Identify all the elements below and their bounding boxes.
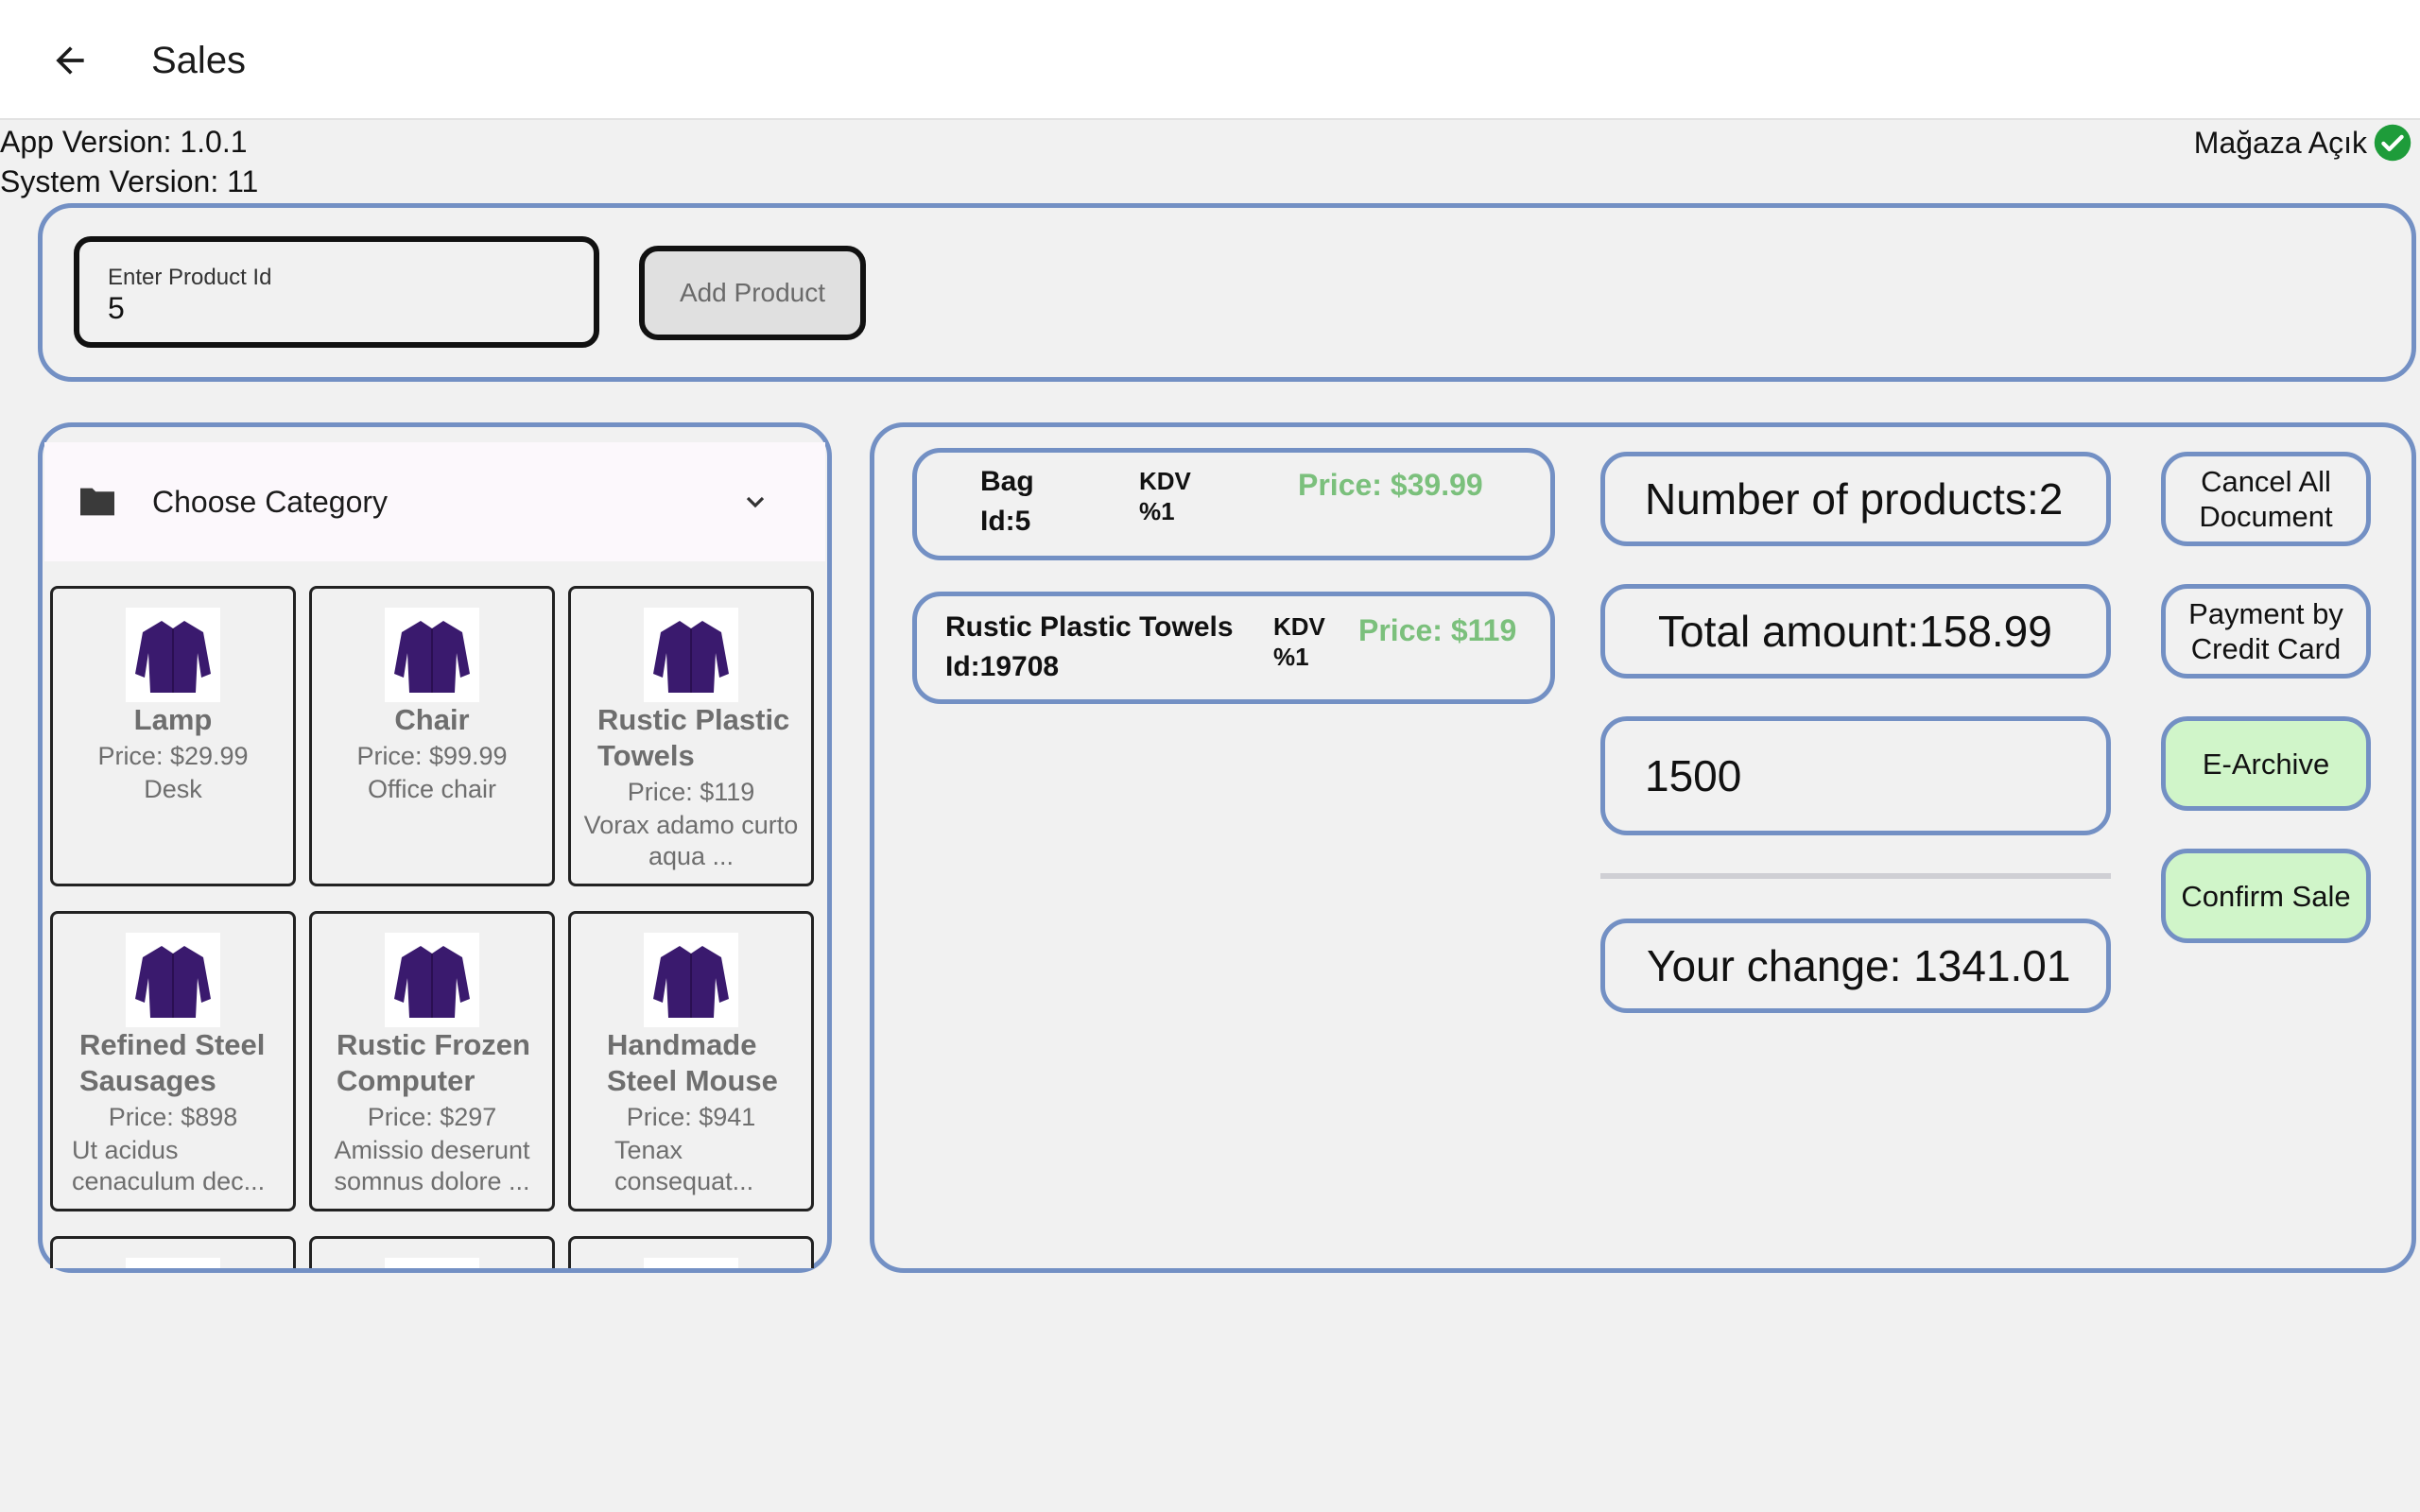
product-card[interactable]: Chair Price: $99.99 Office chair — [309, 586, 555, 886]
cart-item[interactable]: Bag Id:5 KDV %1 Price: $39.99 — [912, 448, 1555, 560]
cart-item-kdv: KDV — [1139, 467, 1191, 495]
product-description: Tenax consequat... — [614, 1136, 754, 1195]
product-count: Number of products:2 — [1600, 452, 2111, 546]
arrow-left-icon — [56, 46, 84, 75]
cart-item-id: Id:19708 — [945, 651, 1060, 682]
product-description: Amissio deserunt somnus dolore ... — [334, 1136, 530, 1195]
back-button[interactable] — [42, 32, 98, 89]
cart-item-price: Price: $119 — [1358, 613, 1517, 647]
product-name: Rustic Plastic Towels — [597, 703, 790, 772]
folder-icon — [80, 488, 114, 516]
product-card[interactable]: Rustic Frozen Computer Price: $297 Amiss… — [309, 911, 555, 1211]
category-dropdown[interactable]: Choose Category — [44, 442, 825, 561]
jacket-image — [126, 933, 220, 1027]
chevron-down-icon — [746, 496, 765, 508]
jacket-image — [385, 1258, 479, 1268]
product-description: Vorax adamo curto aqua ... — [583, 811, 799, 870]
jacket-image — [644, 933, 738, 1027]
category-label: Choose Category — [152, 484, 389, 519]
product-card[interactable] — [50, 1236, 296, 1268]
cart-item[interactable]: Rustic Plastic Towels Id:19708 KDV %1 Pr… — [912, 592, 1555, 704]
store-status: Mağaza Açık — [2194, 123, 2412, 163]
page-title: Sales — [151, 40, 247, 81]
store-status-label: Mağaza Açık — [2193, 125, 2367, 160]
product-name: Rustic Frozen Computer — [337, 1028, 530, 1097]
cart-item-name: Bag — [980, 466, 1034, 497]
cart-item-name: Rustic Plastic Towels — [945, 611, 1234, 643]
cancel-all-button[interactable]: Cancel All Document — [2161, 452, 2371, 546]
product-price: Price: $898 — [108, 1103, 238, 1131]
cart-item-kdv-rate: %1 — [1139, 497, 1175, 525]
product-card[interactable] — [309, 1236, 555, 1268]
product-card[interactable] — [568, 1236, 814, 1268]
product-card[interactable]: Rustic Plastic Towels Price: $119 Vorax … — [568, 586, 814, 886]
jacket-image — [644, 1258, 738, 1268]
app-version: App Version: 1.0.1 — [0, 125, 248, 159]
product-description: Desk — [144, 775, 202, 803]
product-price: Price: $297 — [367, 1103, 497, 1131]
add-product-button[interactable]: Add Product — [639, 246, 866, 340]
cart-item-kdv-rate: %1 — [1273, 643, 1309, 671]
e-archive-button[interactable]: E-Archive — [2161, 716, 2371, 811]
jacket-image — [385, 608, 479, 702]
product-price: Price: $99.99 — [356, 742, 508, 770]
confirm-sale-button[interactable]: Confirm Sale — [2161, 849, 2371, 943]
product-price: Price: $119 — [627, 778, 755, 806]
jacket-image — [644, 608, 738, 702]
product-name: Handmade Steel Mouse — [607, 1028, 778, 1097]
jacket-image — [385, 933, 479, 1027]
check-circle-icon — [2374, 124, 2411, 162]
product-card[interactable]: Handmade Steel Mouse Price: $941 Tenax c… — [568, 911, 814, 1211]
cart-item-id: Id:5 — [980, 506, 1031, 537]
product-name: Refined Steel Sausages — [79, 1028, 266, 1097]
app-bar — [0, 0, 2420, 120]
total-amount: Total amount:158.99 — [1600, 584, 2111, 679]
product-card[interactable]: Refined Steel Sausages Price: $898 Ut ac… — [50, 911, 296, 1211]
change-amount: Your change: 1341.01 — [1600, 919, 2111, 1013]
product-id-input[interactable] — [74, 236, 599, 348]
cart-item-price: Price: $39.99 — [1298, 468, 1483, 502]
cart-item-kdv: KDV — [1273, 612, 1325, 641]
product-price: Price: $941 — [626, 1103, 756, 1131]
divider — [1600, 873, 2111, 879]
product-description: Office chair — [367, 775, 497, 803]
product-id-label: Enter Product Id — [108, 265, 272, 290]
product-name: Chair — [394, 703, 470, 736]
system-version: System Version: 11 — [0, 164, 259, 198]
jacket-image — [126, 1258, 220, 1268]
product-description: Ut acidus cenaculum dec... — [72, 1136, 266, 1195]
jacket-image — [126, 608, 220, 702]
credit-card-payment-button[interactable]: Payment by Credit Card — [2161, 584, 2371, 679]
product-card[interactable]: Lamp Price: $29.99 Desk — [50, 586, 296, 886]
product-grid: Lamp Price: $29.99 Desk Chair Price: $99… — [44, 578, 825, 1268]
paid-amount-input[interactable]: 1500 — [1600, 716, 2111, 835]
product-id-value[interactable]: 5 — [108, 291, 125, 326]
product-price: Price: $29.99 — [97, 742, 249, 770]
product-name: Lamp — [133, 703, 213, 736]
